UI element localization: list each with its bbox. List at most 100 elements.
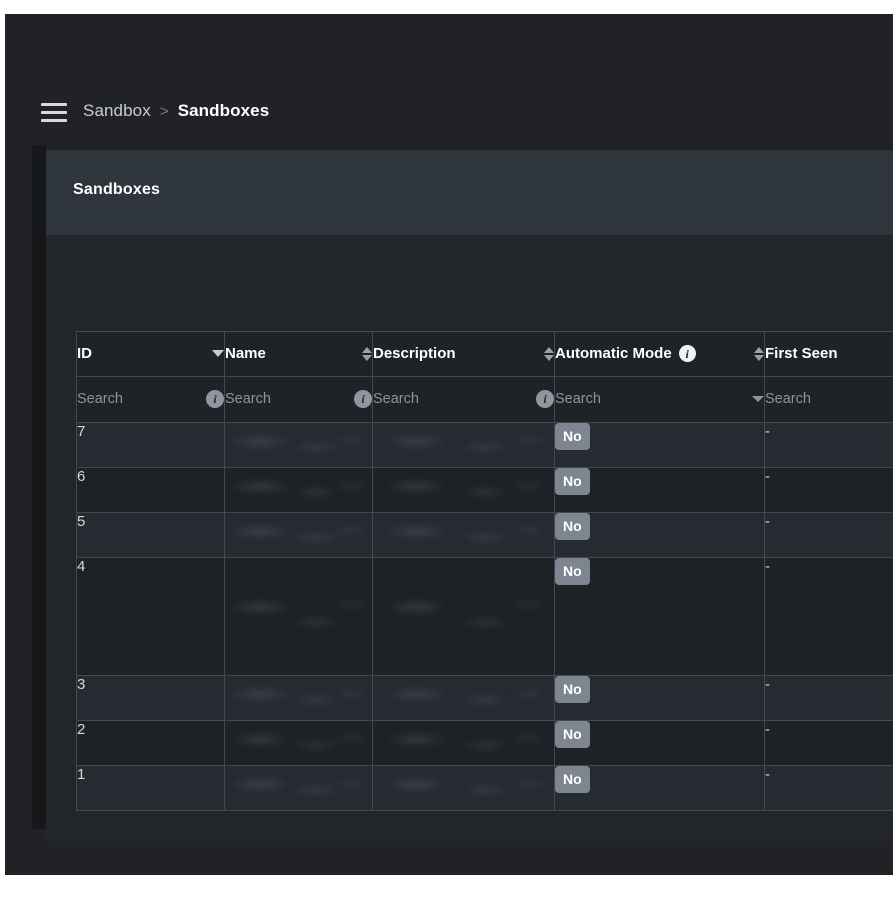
redacted-content — [225, 423, 372, 467]
table-header-row: ID Name Description Automatic Mode i Fir… — [76, 331, 893, 377]
cell-description — [372, 467, 555, 513]
breadcrumb-item-sandbox[interactable]: Sandbox — [83, 101, 151, 121]
cell-description — [372, 512, 555, 558]
redacted-content — [225, 513, 372, 557]
cell-first-seen: - — [764, 675, 893, 721]
cell-id: 7 — [76, 422, 225, 468]
cell-id: 4 — [76, 557, 225, 676]
cell-name — [224, 720, 373, 766]
column-header-automatic-mode[interactable]: Automatic Mode i — [554, 331, 765, 377]
table-row[interactable]: 1 No - — [76, 765, 893, 811]
sort-toggle-icon[interactable] — [754, 346, 764, 361]
redacted-content — [373, 513, 554, 557]
status-badge: No — [555, 468, 590, 495]
cell-description — [372, 557, 555, 676]
filter-cell-id[interactable]: Search i — [76, 376, 225, 423]
status-badge: No — [555, 721, 590, 748]
cell-id: 5 — [76, 512, 225, 558]
status-badge: No — [555, 513, 590, 540]
table-scroll-container[interactable]: ID Name Description Automatic Mode i Fir… — [76, 331, 893, 811]
search-input-name[interactable]: Search — [225, 391, 348, 407]
cell-automatic-mode: No — [554, 557, 765, 676]
cell-name — [224, 765, 373, 811]
search-input-id[interactable]: Search — [77, 391, 200, 407]
redacted-content — [373, 558, 554, 675]
table-row[interactable]: 6 No - — [76, 467, 893, 513]
cell-first-seen: - — [764, 422, 893, 468]
sort-descending-icon[interactable] — [212, 350, 224, 357]
sandboxes-panel: Sandboxes ID Name Description Automatic … — [46, 150, 893, 841]
cell-automatic-mode: No — [554, 467, 765, 513]
table-row[interactable]: 4 No - — [76, 557, 893, 676]
filter-cell-first-seen[interactable]: Search — [764, 376, 893, 423]
info-icon[interactable]: i — [536, 390, 554, 408]
cell-first-seen: - — [764, 765, 893, 811]
breadcrumb-item-sandboxes: Sandboxes — [177, 101, 270, 120]
cell-description — [372, 765, 555, 811]
status-badge: No — [555, 676, 590, 703]
search-input-first-seen[interactable]: Search — [765, 391, 893, 407]
cell-first-seen: - — [764, 720, 893, 766]
redacted-content — [225, 468, 372, 512]
info-icon[interactable]: i — [354, 390, 372, 408]
redacted-content — [225, 558, 372, 675]
cell-name — [224, 675, 373, 721]
sort-toggle-icon[interactable] — [362, 346, 372, 361]
cell-description — [372, 720, 555, 766]
cell-automatic-mode: No — [554, 675, 765, 721]
redacted-content — [373, 766, 554, 810]
cell-description — [372, 675, 555, 721]
filter-cell-automatic-mode[interactable]: Search — [554, 376, 765, 423]
empty-value: - — [765, 721, 770, 738]
cell-description — [372, 422, 555, 468]
redacted-content — [225, 721, 372, 765]
table-row[interactable]: 2 No - — [76, 720, 893, 766]
sort-toggle-icon[interactable] — [544, 346, 554, 361]
panel-header: Sandboxes — [46, 150, 893, 235]
column-header-automatic-mode-label: Automatic Mode — [555, 345, 672, 362]
cell-first-seen: - — [764, 557, 893, 676]
table-head: ID Name Description Automatic Mode i Fir… — [76, 331, 893, 423]
hamburger-menu-icon[interactable] — [41, 98, 71, 126]
column-header-name-label: Name — [225, 345, 266, 362]
cell-name — [224, 422, 373, 468]
filter-cell-description[interactable]: Search i — [372, 376, 555, 423]
cell-id: 3 — [76, 675, 225, 721]
info-icon[interactable]: i — [206, 390, 224, 408]
status-badge: No — [555, 558, 590, 585]
empty-value: - — [765, 513, 770, 530]
redacted-content — [225, 766, 372, 810]
cell-id: 1 — [76, 765, 225, 811]
table-row[interactable]: 5 No - — [76, 512, 893, 558]
column-header-description[interactable]: Description — [372, 331, 555, 377]
table-row[interactable]: 7 No - — [76, 422, 893, 468]
cell-automatic-mode: No — [554, 422, 765, 468]
top-navigation-bar: Sandbox > Sandboxes — [5, 14, 893, 132]
column-header-first-seen-label: First Seen — [765, 345, 838, 362]
empty-value: - — [765, 468, 770, 485]
table-filter-row: Search i Search i Search i Search Search — [76, 376, 893, 423]
app-canvas: Sandbox > Sandboxes Sandboxes ID Name De… — [5, 14, 893, 875]
table-body: 7 No - 6 No - 5 No - 4 No - 3 No - 2 No - 1 No - — [76, 422, 893, 811]
redacted-content — [373, 468, 554, 512]
filter-cell-name[interactable]: Search i — [224, 376, 373, 423]
column-header-id[interactable]: ID — [76, 331, 225, 377]
column-header-id-label: ID — [77, 345, 92, 362]
empty-value: - — [765, 558, 770, 575]
sandboxes-table: ID Name Description Automatic Mode i Fir… — [76, 331, 893, 811]
search-input-description[interactable]: Search — [373, 391, 530, 407]
cell-automatic-mode: No — [554, 720, 765, 766]
column-header-first-seen[interactable]: First Seen — [764, 331, 893, 377]
cell-id: 6 — [76, 467, 225, 513]
empty-value: - — [765, 766, 770, 783]
info-icon[interactable]: i — [678, 345, 696, 362]
cell-first-seen: - — [764, 467, 893, 513]
search-select-automatic-mode[interactable]: Search — [555, 391, 746, 407]
status-badge: No — [555, 766, 590, 793]
cell-first-seen: - — [764, 512, 893, 558]
empty-value: - — [765, 676, 770, 693]
cell-name — [224, 512, 373, 558]
chevron-down-icon[interactable] — [752, 396, 764, 402]
column-header-name[interactable]: Name — [224, 331, 373, 377]
table-row[interactable]: 3 No - — [76, 675, 893, 721]
